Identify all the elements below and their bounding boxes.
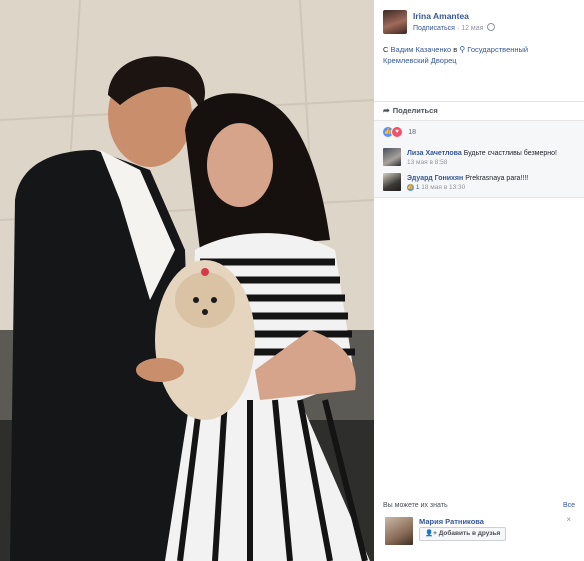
post-photo[interactable] (0, 0, 374, 561)
comment-body: Эдуард Гонихян Prekrasnaya para!!!! (407, 174, 577, 183)
love-icon: ♥ (391, 126, 403, 138)
in-word: в (453, 45, 458, 54)
post-header: Irina Amantea Подписаться · 12 мая (383, 10, 578, 40)
commenter-avatar[interactable] (383, 173, 401, 191)
commenter-name[interactable]: Эдуард Гонихян (407, 175, 463, 182)
comment-item: Лиза Хачетлова Будьте счастливы безмерно… (383, 148, 578, 168)
comment-time[interactable]: 13 мая в 8:58 (407, 159, 447, 166)
meta-separator: · (456, 25, 460, 32)
pymk-name[interactable]: Мария Ратникова (419, 517, 484, 526)
commenter-avatar[interactable] (383, 148, 401, 166)
reactions-summary[interactable]: 👍 ♥ 18 (383, 126, 416, 138)
author-name[interactable]: Irina Amantea (413, 11, 469, 21)
tagged-with-line: С Вадим Казаченко в ⚲ Государственный Кр… (383, 44, 573, 66)
see-all-link[interactable]: Все (563, 502, 575, 509)
subscribe-link[interactable]: Подписаться (413, 25, 455, 32)
post-sidebar: Irina Amantea Подписаться · 12 мая С Вад… (374, 0, 584, 561)
post-date[interactable]: 12 мая (461, 25, 483, 32)
add-friend-icon: 👤+ (425, 530, 437, 537)
pymk-card: Мария Ратникова 👤+ Добавить в друзья × (383, 515, 575, 551)
pymk-title: Вы можете их знать (383, 502, 448, 509)
photo-illustration (0, 0, 374, 561)
comment-body: Лиза Хачетлова Будьте счастливы безмерно… (407, 149, 577, 158)
reaction-count: 18 (408, 128, 417, 136)
tagged-person-link[interactable]: Вадим Казаченко (391, 45, 452, 54)
comment-meta: 👍 1 18 мая в 13:30 (407, 184, 465, 191)
comment-meta: 13 мая в 8:58 (407, 159, 447, 166)
pymk-avatar[interactable] (385, 517, 413, 545)
like-icon: 👍 (407, 184, 414, 191)
share-button[interactable]: ➦ Поделиться (383, 106, 438, 115)
comment-text: Будьте счастливы безмерно! (463, 150, 557, 157)
divider (374, 101, 584, 102)
commenter-name[interactable]: Лиза Хачетлова (407, 150, 462, 157)
share-arrow-icon: ➦ (383, 106, 390, 115)
author-avatar[interactable] (383, 10, 407, 34)
post-meta: Подписаться · 12 мая (413, 23, 496, 32)
with-prefix: С (383, 45, 389, 54)
globe-icon (487, 23, 496, 31)
comment-like-count[interactable]: 1 (416, 184, 420, 191)
divider (374, 197, 584, 198)
add-friend-label: Добавить в друзья (438, 530, 501, 537)
location-pin-icon: ⚲ (459, 45, 466, 54)
close-icon[interactable]: × (566, 515, 571, 524)
comment-item: Эдуард Гонихян Prekrasnaya para!!!! 👍 1 … (383, 173, 578, 193)
comment-time[interactable]: 18 мая в 13:30 (421, 184, 465, 191)
add-friend-button[interactable]: 👤+ Добавить в друзья (419, 527, 507, 541)
comment-text: Prekrasnaya para!!!! (465, 175, 529, 182)
share-label: Поделиться (392, 106, 438, 115)
